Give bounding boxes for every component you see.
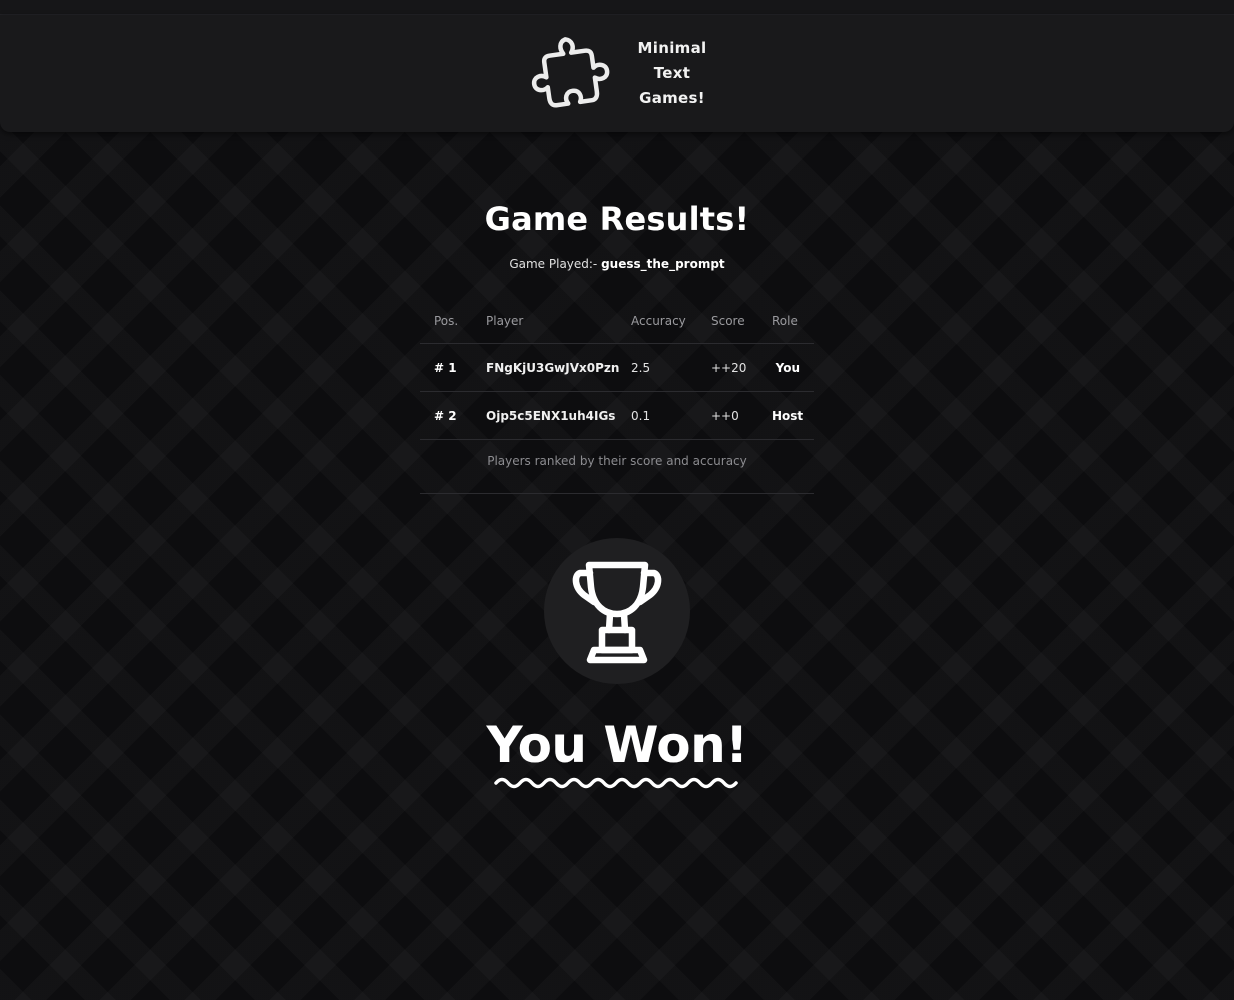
trophy-badge <box>544 538 690 684</box>
logo-line-2: Text <box>653 63 691 82</box>
logo-line-1: Minimal <box>637 38 707 57</box>
page-title: Game Results! <box>484 200 750 238</box>
table-caption: Players ranked by their score and accura… <box>487 454 747 468</box>
game-played-value: guess_the_prompt <box>601 257 725 271</box>
column-header-role: Role <box>772 298 814 344</box>
row-score: ++20 <box>711 343 772 392</box>
row-accuracy: 2.5 <box>631 343 711 392</box>
row-position: # 2 <box>420 391 486 440</box>
site-header: Minimal Text Games! <box>0 15 1234 132</box>
logo-line-3: Games! <box>639 88 705 107</box>
site-logo[interactable]: Minimal Text Games! <box>530 25 770 121</box>
row-role: Host <box>772 391 814 440</box>
column-header-pos: Pos. <box>420 298 486 344</box>
table-row: # 1 FNgKjU3GwJVx0Pzn 2.5 ++20 You <box>420 343 814 392</box>
row-player: FNgKjU3GwJVx0Pzn <box>486 343 631 392</box>
logo-text: Minimal Text Games! <box>627 36 717 111</box>
results-table: Pos. Player Accuracy Score Role # 1 FNgK… <box>420 298 814 440</box>
puzzle-piece-icon <box>531 37 610 108</box>
game-played: Game Played:- guess_the_prompt <box>0 257 1234 271</box>
table-header-row: Pos. Player Accuracy Score Role <box>420 298 814 344</box>
row-accuracy: 0.1 <box>631 391 711 440</box>
column-header-accuracy: Accuracy <box>631 298 711 344</box>
table-row: # 2 Ojp5c5ENX1uh4IGs 0.1 ++0 Host <box>420 391 814 440</box>
row-role: You <box>772 343 814 392</box>
outcome-text: You Won! <box>486 716 748 774</box>
trophy-icon <box>572 561 662 664</box>
row-player: Ojp5c5ENX1uh4IGs <box>486 391 631 440</box>
divider <box>420 493 814 494</box>
top-strip <box>0 0 1234 15</box>
column-header-player: Player <box>486 298 631 344</box>
row-score: ++0 <box>711 391 772 440</box>
wavy-underline-icon <box>494 777 738 789</box>
game-played-label: Game Played:- <box>509 257 598 271</box>
column-header-score: Score <box>711 298 772 344</box>
row-position: # 1 <box>420 343 486 392</box>
